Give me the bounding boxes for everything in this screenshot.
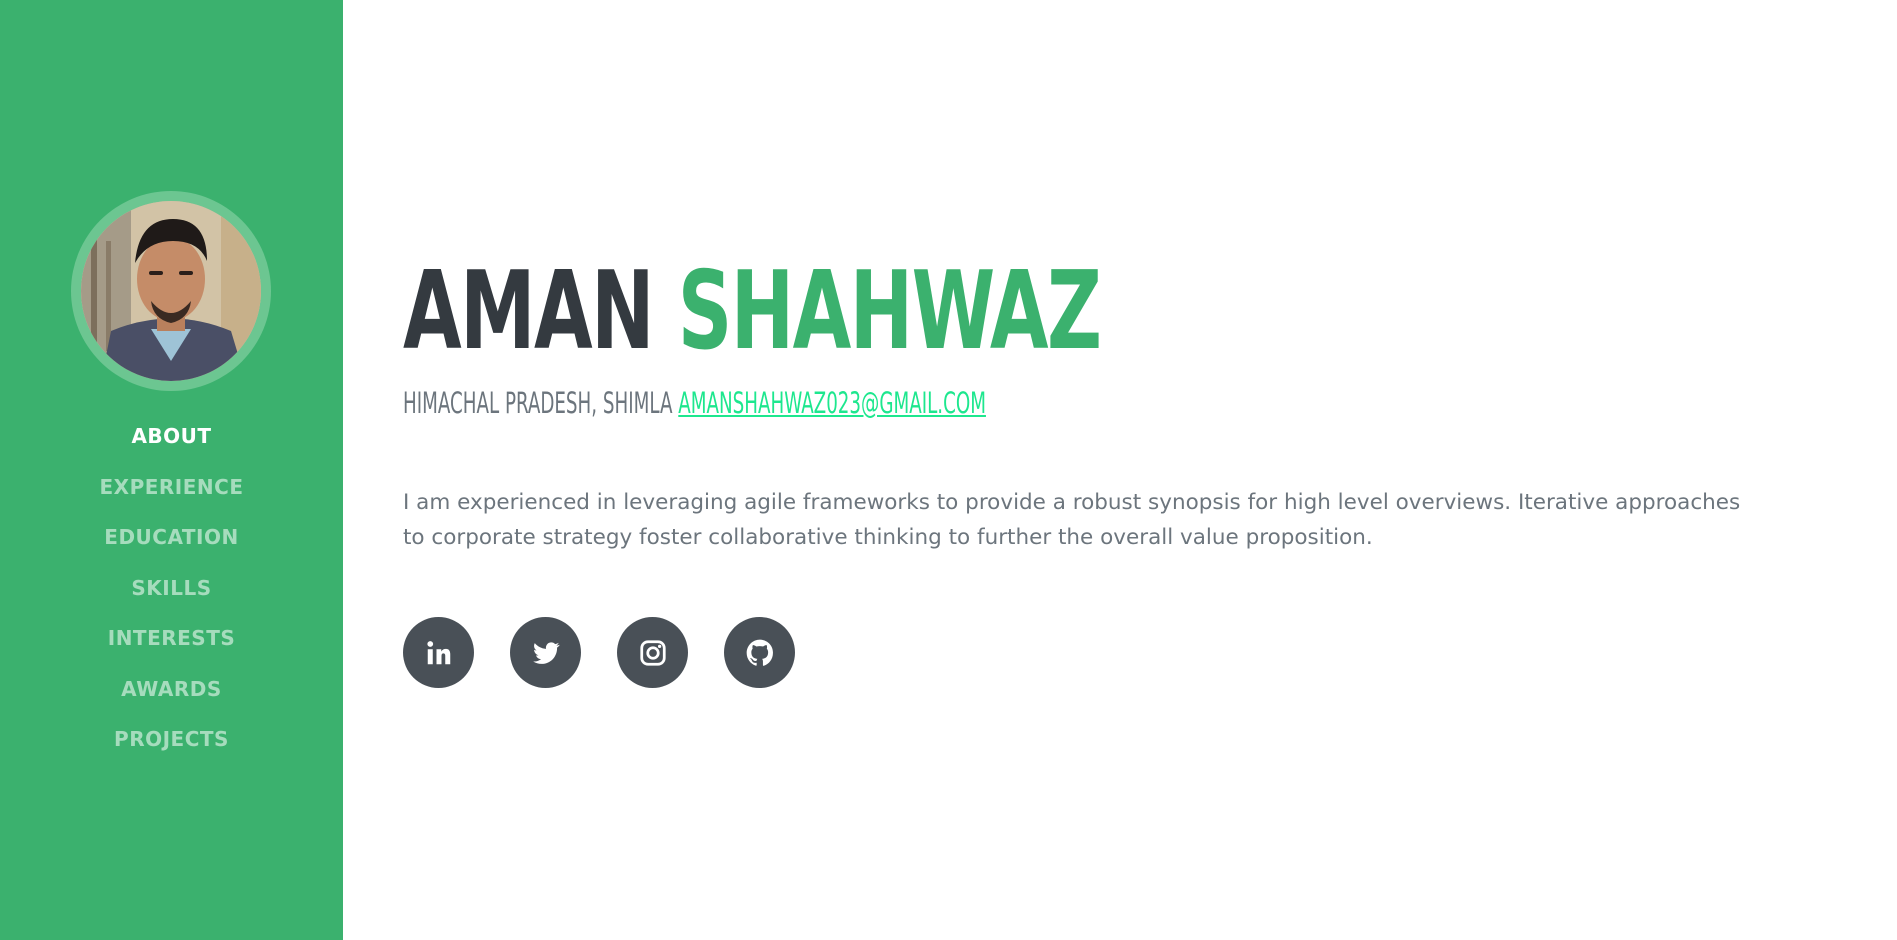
sidebar-nav: ABOUT EXPERIENCE EDUCATION SKILLS INTERE… — [0, 418, 343, 772]
bio-text: I am experienced in leveraging agile fra… — [403, 490, 1741, 550]
profile-avatar[interactable] — [81, 201, 261, 381]
github-button[interactable] — [724, 617, 795, 688]
linkedin-icon — [426, 640, 450, 664]
avatar-ring — [71, 191, 271, 391]
nav-item-experience[interactable]: EXPERIENCE — [0, 469, 343, 520]
first-name: AMAN — [403, 249, 655, 374]
nav-item-interests[interactable]: INTERESTS — [0, 620, 343, 671]
contact-subheading: HIMACHAL PRADESH, SHIMLA AMANSHAHWAZ023@… — [403, 386, 986, 420]
nav-item-about[interactable]: ABOUT — [0, 418, 343, 469]
profile-name: AMAN SHAHWAZ — [403, 258, 1102, 366]
instagram-button[interactable] — [617, 617, 688, 688]
nav-item-projects[interactable]: PROJECTS — [0, 721, 343, 772]
twitter-icon — [532, 641, 560, 664]
location-text: HIMACHAL PRADESH, SHIMLA — [403, 386, 673, 420]
sidebar: ABOUT EXPERIENCE EDUCATION SKILLS INTERE… — [0, 0, 343, 940]
profile-photo — [81, 201, 261, 381]
instagram-icon — [639, 639, 666, 666]
social-icons — [403, 617, 795, 688]
nav-item-education[interactable]: EDUCATION — [0, 519, 343, 570]
email-link[interactable]: AMANSHAHWAZ023@GMAIL.COM — [678, 386, 986, 420]
linkedin-button[interactable] — [403, 617, 474, 688]
nav-item-skills[interactable]: SKILLS — [0, 570, 343, 621]
last-name: SHAHWAZ — [677, 249, 1102, 374]
twitter-button[interactable] — [510, 617, 581, 688]
nav-item-awards[interactable]: AWARDS — [0, 671, 343, 722]
github-icon — [746, 639, 773, 666]
